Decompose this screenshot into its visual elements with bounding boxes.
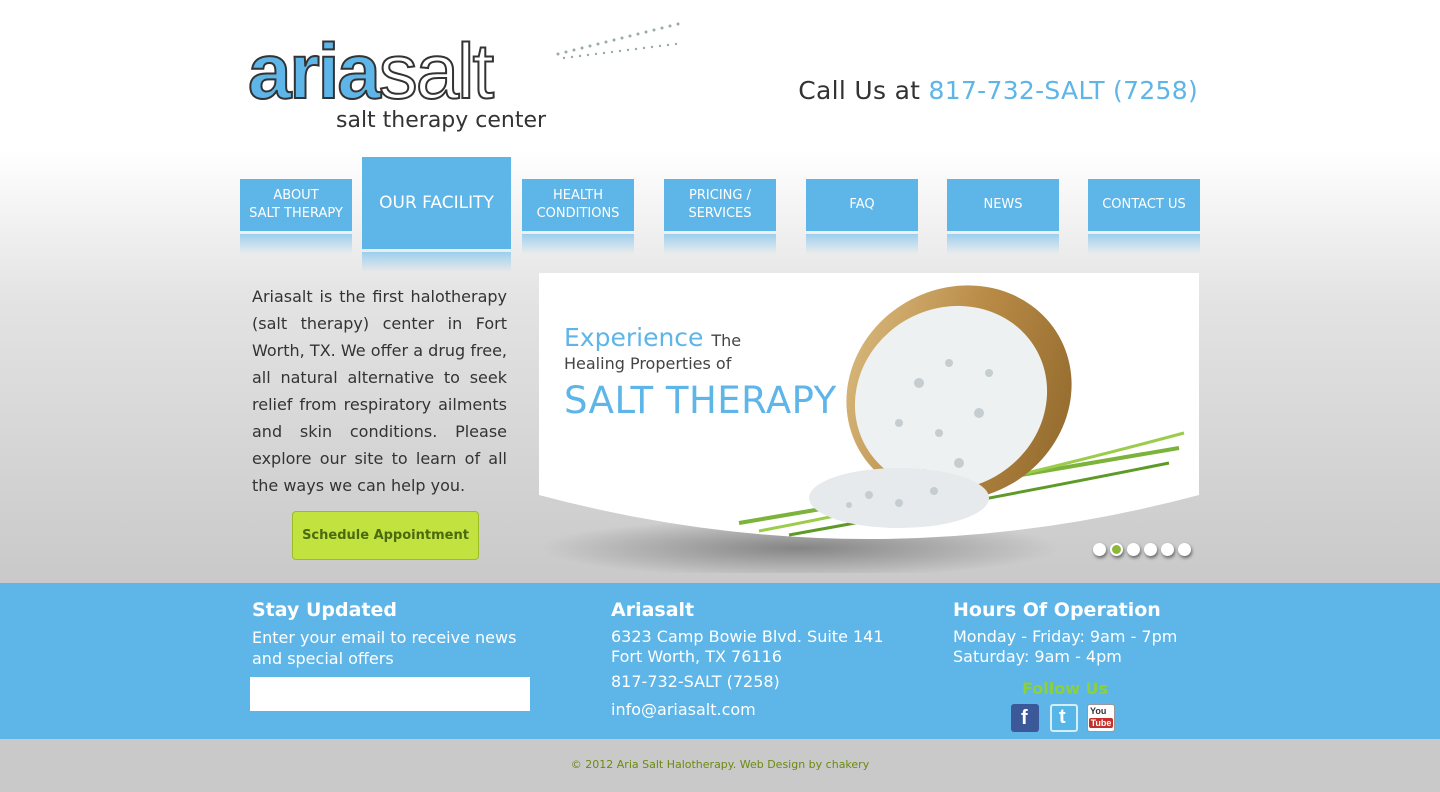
nav-faq[interactable]: FAQ [806,179,918,231]
hero-banner: Experience The Healing Properties of SAL… [539,273,1199,573]
call-us: Call Us at 817-732-SALT (7258) [798,76,1198,105]
logo-aria: aria [247,27,382,115]
banner-the: The [711,331,742,350]
nav-news[interactable]: NEWS [947,179,1059,231]
facebook-icon[interactable]: f [1011,704,1039,732]
intro-text: Ariasalt is the first halotherapy (salt … [252,287,507,495]
follow-us-label: Follow Us [1022,679,1109,698]
banner-healing-text: Healing Properties of [564,354,732,373]
facebook-glyph: f [1021,707,1028,729]
slider-dot[interactable] [1161,543,1174,556]
call-us-label: Call Us at [798,76,921,105]
banner-headline: SALT THERAPY [564,379,837,422]
nav-reflection [664,234,776,254]
nav-reflection [522,234,634,254]
email-input[interactable] [250,677,530,711]
slider-dot[interactable] [1127,543,1140,556]
youtube-tube: Tube [1089,718,1113,728]
logo-rays-icon [556,22,680,60]
logo-wordmark: ariasalt [247,31,495,111]
twitter-glyph: t [1059,706,1066,728]
banner-experience: Experience The [564,323,741,352]
nav-health-conditions[interactable]: HEALTH CONDITIONS [522,179,634,231]
nav-pricing-services[interactable]: PRICING / SERVICES [664,179,776,231]
nav-contact-us[interactable]: CONTACT US [1088,179,1200,231]
nav-health-line1: HEALTH [552,188,604,203]
footer: Stay Updated Enter your email to receive… [0,583,1440,739]
copyright-bar: © 2012 Aria Salt Halotherapy. Web Design… [0,739,1440,792]
stay-updated-line1: Enter your email to receive news [252,628,517,647]
stay-updated-heading: Stay Updated [252,599,398,621]
banner-graphic [539,273,1199,573]
youtube-you: You [1090,706,1107,716]
nav-our-facility-label: OUR FACILITY [379,193,494,213]
slider-dot[interactable] [1093,543,1106,556]
contact-email-link[interactable]: info@ariasalt.com [611,699,756,720]
logo[interactable]: ariasalt salt therapy center [247,12,680,142]
copyright-text: © 2012 Aria Salt Halotherapy. Web Design… [570,758,870,771]
banner-experience-word: Experience [564,323,704,352]
slider-dot-active[interactable] [1110,543,1123,556]
nav-faq-label: FAQ [849,197,875,212]
nav-reflection [947,234,1059,254]
logo-salt: salt [378,27,495,115]
hours-heading: Hours Of Operation [953,599,1161,621]
nav-our-facility[interactable]: OUR FACILITY [362,157,511,249]
slider-dot[interactable] [1144,543,1157,556]
nav-reflection [1088,234,1200,254]
contact-address2: Fort Worth, TX 76116 [611,647,782,666]
hours-weekday: Monday - Friday: 9am - 7pm [953,627,1178,646]
nav-reflection [240,234,352,254]
nav-news-label: NEWS [983,197,1023,212]
slider-dots [1093,543,1191,556]
nav-reflection [806,234,918,254]
call-us-number[interactable]: 817-732-SALT (7258) [929,76,1198,105]
contact-address1: 6323 Camp Bowie Blvd. Suite 141 [611,627,884,646]
nav-about-line2: SALT THERAPY [249,206,343,221]
twitter-icon[interactable]: t [1050,704,1078,732]
youtube-icon[interactable]: You Tube [1087,704,1115,732]
nav-about-line1: ABOUT [273,188,319,203]
nav-pricing-line1: PRICING / [689,188,751,203]
schedule-appointment-button[interactable]: Schedule Appointment [292,511,479,560]
nav-contact-label: CONTACT US [1102,197,1186,212]
hours-saturday: Saturday: 9am - 4pm [953,647,1122,666]
nav-health-line2: CONDITIONS [536,206,620,221]
slider-dot[interactable] [1178,543,1191,556]
stay-updated-line2: and special offers [252,649,394,668]
nav-reflection [362,252,511,272]
logo-tagline: salt therapy center [336,108,547,133]
nav-pricing-line2: SERVICES [688,206,752,221]
nav-about[interactable]: ABOUT SALT THERAPY [240,179,352,231]
contact-heading: Ariasalt [611,599,695,621]
contact-phone[interactable]: 817-732-SALT (7258) [611,671,780,692]
